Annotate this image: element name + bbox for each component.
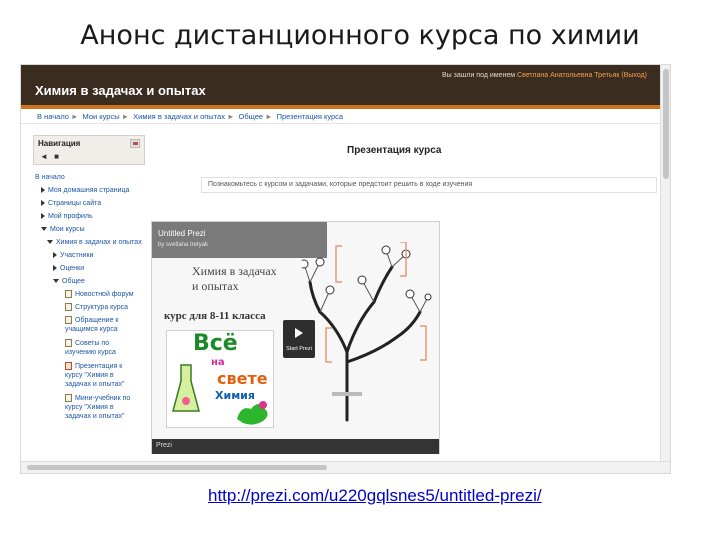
- course-description-box: Познакомьтесь с курсом и задачами, котор…: [201, 177, 657, 193]
- start-prezi-label: Start Prezi: [286, 346, 312, 352]
- nav-item-label: Химия в задачах и опытах: [56, 239, 142, 246]
- breadcrumb-separator: ►: [226, 112, 235, 121]
- nav-item[interactable]: Обращение к учащимся курса: [65, 316, 139, 334]
- expand-arrow-icon: [53, 265, 57, 272]
- expand-arrow-icon: [41, 187, 45, 194]
- divider: [21, 123, 661, 124]
- prezi-stage[interactable]: Untitled Prezi by svetlana tretyak Химия…: [152, 222, 439, 439]
- nav-item-label: Новостной форум: [75, 291, 134, 298]
- nav-item[interactable]: Общее: [53, 277, 85, 286]
- book-title-line-3: свете: [217, 369, 268, 388]
- login-user-link[interactable]: Светлана Анатольевна Третьяк: [517, 72, 619, 79]
- resource-icon: [65, 394, 72, 402]
- book-title-line-1: Всё: [193, 331, 238, 356]
- resource-icon: [65, 339, 72, 347]
- nav-item-label: Презентация к курсу "Химия в задачах и о…: [65, 363, 125, 388]
- block-control-icon[interactable]: [130, 139, 140, 148]
- breadcrumb-item[interactable]: Презентация курса: [277, 112, 344, 121]
- expand-arrow-icon: [41, 200, 45, 207]
- start-prezi-button[interactable]: Start Prezi: [283, 320, 315, 358]
- collapse-arrow-icon: [41, 227, 47, 232]
- resource-icon: [65, 362, 72, 370]
- breadcrumb-separator: ►: [265, 112, 273, 121]
- expand-arrow-icon: [53, 252, 57, 259]
- login-info: Вы зашли под именем Светлана Анатольевна…: [442, 72, 647, 79]
- breadcrumb: В начало ► Мои курсы ► Химия в задачах и о…: [37, 112, 343, 121]
- nav-item[interactable]: В начало: [35, 173, 65, 182]
- nav-item-label: Моя домашняя страница: [48, 187, 130, 194]
- expand-arrow-icon: [41, 213, 45, 220]
- resource-icon: [65, 303, 72, 311]
- login-prefix: Вы зашли под именем: [442, 72, 516, 79]
- site-title[interactable]: Химия в задачах и опытах: [35, 83, 206, 98]
- nav-item[interactable]: Новостной форум: [65, 290, 139, 299]
- nav-item[interactable]: Участники: [53, 251, 93, 260]
- breadcrumb-item[interactable]: Мои курсы: [82, 112, 119, 121]
- splash-icon: [237, 401, 268, 425]
- horizontal-scrollbar[interactable]: [21, 461, 670, 473]
- prezi-author: by svetlana tretyak: [158, 242, 209, 248]
- dock-icons[interactable]: ◄ ■: [40, 152, 61, 161]
- collapse-arrow-icon: [47, 240, 53, 245]
- nav-item[interactable]: Презентация к курсу "Химия в задачах и о…: [65, 362, 139, 389]
- book-title-line-2: на: [211, 357, 225, 368]
- nav-item-label: Общее: [62, 278, 85, 285]
- browser-screenshot: Химия в задачах и опытах Вы зашли под им…: [20, 64, 671, 474]
- breadcrumb-separator: ►: [121, 112, 130, 121]
- prezi-meta-overlay: Untitled Prezi by svetlana tretyak: [152, 222, 327, 258]
- nav-item[interactable]: Химия в задачах и опытах: [47, 238, 142, 247]
- collapse-arrow-icon: [53, 279, 59, 284]
- prezi-embed[interactable]: Untitled Prezi by svetlana tretyak Химия…: [151, 221, 440, 454]
- page-heading: Презентация курса: [347, 145, 442, 156]
- nav-item-label: Мои курсы: [50, 226, 85, 233]
- flask-icon: [172, 364, 200, 412]
- breadcrumb-item[interactable]: Химия в задачах и опытах: [133, 112, 225, 121]
- nav-item-label: Обращение к учащимся курса: [65, 317, 119, 333]
- nav-item-label: Мой профиль: [48, 213, 93, 220]
- prezi-heading-1: Химия в задачах и опытах: [192, 264, 277, 294]
- nav-item[interactable]: Страницы сайта: [41, 199, 101, 208]
- course-description: Познакомьтесь с курсом и задачами, котор…: [208, 181, 473, 188]
- breadcrumb-separator: ►: [70, 112, 79, 121]
- vertical-scrollbar[interactable]: [660, 65, 670, 463]
- site-header: Химия в задачах и опытах Вы зашли под им…: [21, 65, 661, 105]
- horizontal-scrollbar-thumb[interactable]: [27, 465, 327, 470]
- breadcrumb-item[interactable]: В начало: [37, 112, 69, 121]
- tree-illustration: [302, 242, 432, 422]
- book-cover-image: Всё на свете Химия: [166, 330, 274, 428]
- nav-item-label: Советы по изучению курса: [65, 340, 116, 356]
- breadcrumb-item[interactable]: Общее: [239, 112, 264, 121]
- header-accent-bar: [21, 105, 661, 109]
- nav-item-label: Страницы сайта: [48, 200, 102, 207]
- resource-icon: [65, 316, 72, 324]
- nav-item-label: В начало: [35, 174, 65, 181]
- nav-item-label: Участники: [60, 252, 94, 259]
- resource-icon: [65, 290, 72, 298]
- prezi-heading-line-2: и опытах: [192, 279, 239, 293]
- nav-item[interactable]: Мой профиль: [41, 212, 93, 221]
- nav-item-label: Структура курса: [75, 304, 129, 311]
- navigation-title: Навигация: [38, 139, 81, 148]
- prezi-logo[interactable]: Prezi: [156, 442, 172, 449]
- play-icon: [295, 328, 303, 338]
- prezi-name[interactable]: Untitled Prezi: [158, 229, 206, 238]
- prezi-url-link[interactable]: http://prezi.com/u220gqlsnes5/untitled-p…: [208, 486, 542, 506]
- nav-item-label: Мини-учебник по курсу "Химия в задачах и…: [65, 395, 131, 420]
- nav-item[interactable]: Оценки: [53, 264, 84, 273]
- nav-item[interactable]: Советы по изучению курса: [65, 339, 139, 357]
- navigation-block-header: Навигация ◄ ■: [33, 135, 145, 165]
- nav-item-label: Оценки: [60, 265, 85, 272]
- prezi-subheading: курс для 8-11 класса: [164, 310, 266, 322]
- logout-link[interactable]: (Выход): [621, 72, 647, 79]
- slide-title: Анонс дистанционного курса по химии: [80, 20, 640, 51]
- nav-item[interactable]: Моя домашняя страница: [41, 186, 129, 195]
- prezi-footer-bar: Prezi: [152, 439, 439, 454]
- nav-item[interactable]: Структура курса: [65, 303, 139, 312]
- prezi-heading-line-1: Химия в задачах: [192, 264, 277, 278]
- nav-item[interactable]: Мини-учебник по курсу "Химия в задачах и…: [65, 394, 139, 421]
- nav-item[interactable]: Мои курсы: [41, 225, 85, 234]
- vertical-scrollbar-thumb[interactable]: [663, 69, 669, 179]
